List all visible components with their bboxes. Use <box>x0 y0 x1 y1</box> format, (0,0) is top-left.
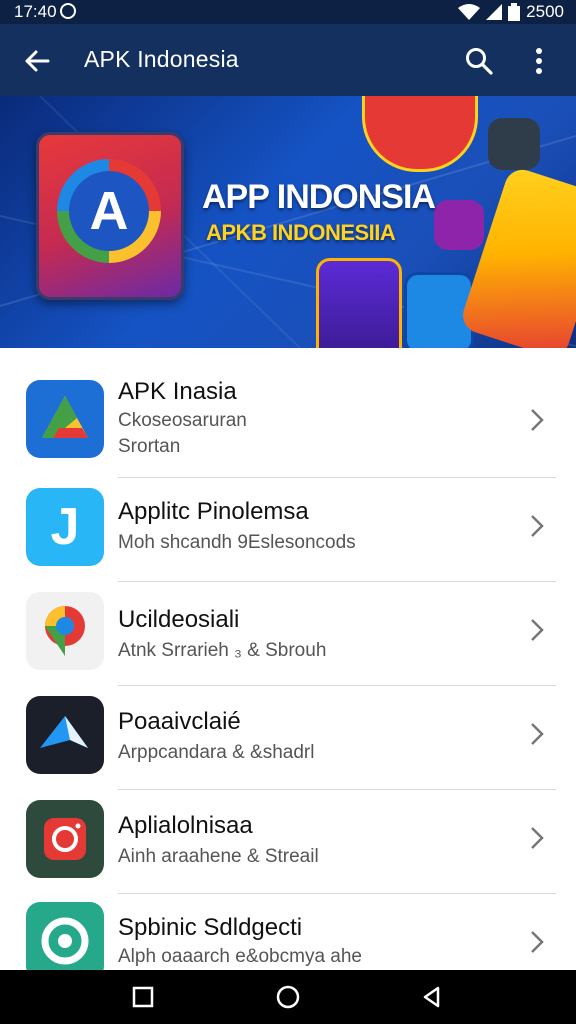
app-list: APK Inasia Ckoseosaruran Srortan J Appli… <box>0 348 576 970</box>
app-bar: APK Indonesia <box>0 24 576 96</box>
signal-icon <box>486 4 503 20</box>
apk-indonesia-logo: A <box>36 132 184 300</box>
chevron-right-icon <box>531 619 544 641</box>
app-name: Applitc Pinolemsa <box>118 498 309 525</box>
battery-icon <box>508 3 521 21</box>
notification-icon <box>60 3 76 19</box>
app-name: Aplialolnisaa <box>118 812 253 839</box>
app-name: Ucildeosiali <box>118 606 240 633</box>
list-item[interactable]: Poaaivclaié Arppcandara & &shadrl <box>0 684 576 790</box>
app-subtitle: Alph oaaarch e&obcmya ahe <box>118 946 362 967</box>
app-subtitle: Ckoseosaruran <box>118 410 247 431</box>
camera-icon <box>26 800 104 878</box>
chevron-right-icon <box>531 931 544 953</box>
battery-text: 2500 <box>526 2 564 21</box>
phone-mockup-icon <box>316 258 402 348</box>
purple-tile-icon <box>434 200 484 250</box>
chevron-right-icon <box>531 515 544 537</box>
maps-pin-icon <box>26 592 104 670</box>
app-subtitle: Ainh araahene & Streail <box>118 846 319 867</box>
app-name: Poaaivclaié <box>118 708 241 735</box>
google-drive-like-icon <box>26 380 104 458</box>
banner-headline: APP INDONSIA <box>202 178 436 216</box>
status-right-group: 2500 <box>458 2 564 22</box>
chevron-right-icon <box>531 409 544 431</box>
promo-banner[interactable]: A APP INDONSIA APKB INDONESIIA <box>0 96 576 348</box>
app-subtitle: Arppcandara & &shadrl <box>118 742 315 763</box>
app-subtitle: Moh shcandh 9Eslesoncods <box>118 532 356 553</box>
circle-icon[interactable] <box>276 985 300 1009</box>
arrow-a-icon <box>26 696 104 774</box>
list-item[interactable]: Ucildeosiali Atnk Srrarieh ₃ & Sbrouh <box>0 580 576 686</box>
app-name: APK Inasia <box>118 378 237 405</box>
app-subtitle-2: Srortan <box>118 436 181 457</box>
ring-logo-icon <box>26 902 104 970</box>
list-item[interactable]: APK Inasia Ckoseosaruran Srortan <box>0 348 576 478</box>
compass-tile-icon <box>488 118 540 170</box>
logo-ring-icon: A <box>57 159 161 263</box>
more-vert-icon[interactable] <box>526 46 552 76</box>
list-item[interactable]: J Applitc Pinolemsa Moh shcandh 9Esleson… <box>0 476 576 582</box>
square-icon[interactable] <box>131 985 155 1009</box>
page-title: APK Indonesia <box>84 46 239 72</box>
list-item[interactable]: Spbinic Sdldgecti Alph oaaarch e&obcmya … <box>0 892 576 970</box>
arrow-left-icon[interactable] <box>22 46 52 76</box>
banner-subheadline: APKB INDONESIIA <box>206 220 396 245</box>
app-subtitle: Atnk Srrarieh ₃ & Sbrouh <box>118 640 327 661</box>
status-bar: 17:40 2500 <box>0 0 576 24</box>
triangle-back-icon[interactable] <box>420 985 444 1009</box>
chevron-right-icon <box>531 723 544 745</box>
list-item[interactable]: Aplialolnisaa Ainh araahene & Streail <box>0 788 576 894</box>
app-name: Spbinic Sdldgecti <box>118 914 303 941</box>
system-nav-bar <box>0 970 576 1024</box>
wifi-icon <box>458 4 481 20</box>
search-icon[interactable] <box>464 46 494 76</box>
logo-letter: A <box>69 171 149 251</box>
status-time: 17:40 <box>14 2 57 21</box>
letter-j-icon: J <box>26 488 104 566</box>
chevron-right-icon <box>531 827 544 849</box>
